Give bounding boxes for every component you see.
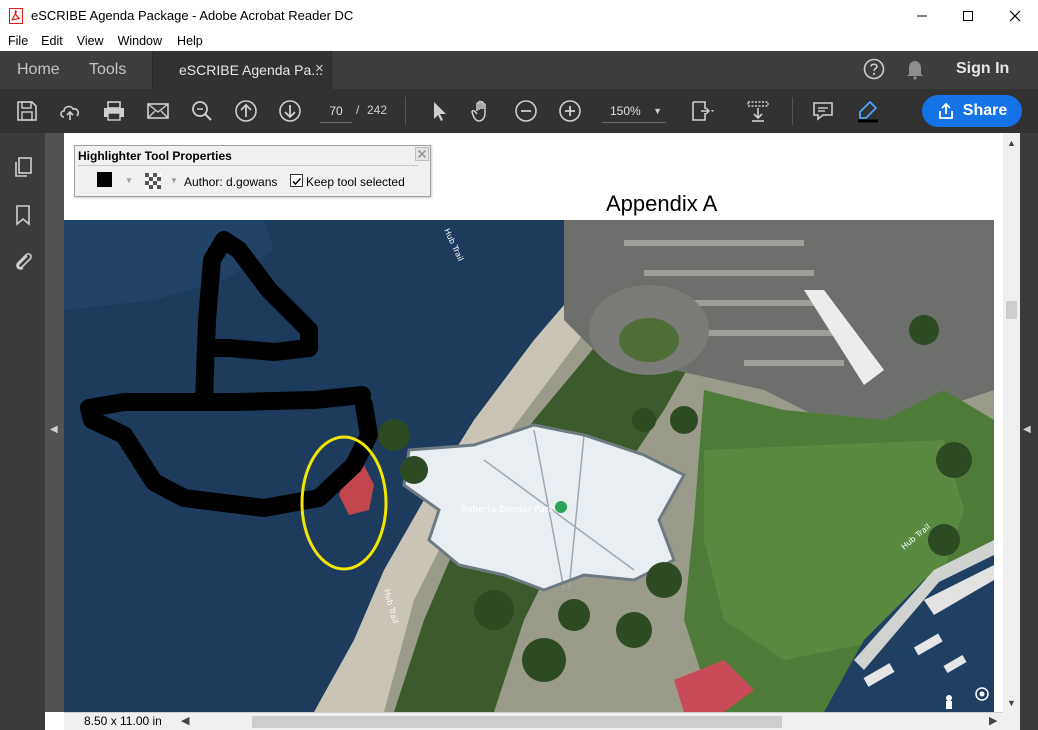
comment-icon[interactable] bbox=[811, 99, 835, 123]
collapse-left-panel-icon[interactable]: ◀ bbox=[50, 424, 58, 435]
chevron-down-icon: ▼ bbox=[653, 106, 662, 116]
status-bar: 8.50 x 11.00 in ◀ ▶ bbox=[64, 712, 1003, 730]
highlight-pen-icon[interactable] bbox=[856, 99, 880, 123]
attachments-paperclip-icon[interactable] bbox=[12, 250, 34, 272]
street-view-pegman-icon bbox=[946, 695, 952, 709]
map-place-label: Roberta Bondar Park bbox=[461, 505, 555, 515]
highlighter-properties-panel: Highlighter Tool Properties ▼ ▼ Author: … bbox=[74, 145, 431, 197]
select-cursor-icon[interactable] bbox=[427, 99, 451, 123]
menu-edit[interactable]: Edit bbox=[41, 34, 63, 48]
vertical-scrollbar[interactable]: ▲ ▼ bbox=[1003, 133, 1020, 712]
help-icon[interactable] bbox=[863, 58, 885, 80]
tab-document[interactable]: eSCRIBE Agenda Pa... × bbox=[152, 51, 332, 89]
pdf-page: Appendix A Roberta Bondar Park Hub Trail… bbox=[64, 133, 1003, 712]
page-size-label: 8.50 x 11.00 in bbox=[84, 714, 162, 728]
menu-bar: File Edit View Window Help bbox=[0, 31, 1038, 51]
highlight-color-swatch[interactable] bbox=[97, 172, 112, 187]
email-icon[interactable] bbox=[146, 99, 170, 123]
title-bar: eSCRIBE Agenda Package - Adobe Acrobat R… bbox=[0, 0, 1038, 31]
page-fit-icon[interactable] bbox=[690, 99, 714, 123]
window-title: eSCRIBE Agenda Package - Adobe Acrobat R… bbox=[31, 8, 354, 23]
opacity-checker-icon[interactable] bbox=[145, 173, 161, 189]
bookmarks-icon[interactable] bbox=[12, 204, 34, 226]
tab-home[interactable]: Home bbox=[17, 61, 60, 79]
share-button[interactable]: Share bbox=[922, 95, 1022, 127]
toolbar-divider bbox=[405, 97, 406, 125]
scroll-left-arrow-icon[interactable]: ◀ bbox=[181, 714, 189, 727]
satellite-map-image: Roberta Bondar Park Hub Trail Hub Trail … bbox=[64, 220, 994, 712]
zoom-select[interactable]: 150% ▼ bbox=[602, 99, 666, 123]
tab-tools[interactable]: Tools bbox=[89, 61, 126, 79]
keep-tool-selected-checkbox[interactable] bbox=[290, 174, 303, 187]
maximize-icon bbox=[963, 10, 973, 21]
checkmark-icon bbox=[292, 177, 302, 186]
save-icon[interactable] bbox=[15, 99, 39, 123]
zoom-value: 150% bbox=[610, 104, 641, 118]
sign-in-button[interactable]: Sign In bbox=[956, 60, 1009, 78]
vertical-scroll-thumb[interactable] bbox=[1006, 301, 1017, 319]
chevron-down-icon[interactable]: ▼ bbox=[170, 176, 178, 185]
print-icon[interactable] bbox=[102, 99, 126, 123]
next-page-icon[interactable] bbox=[278, 99, 302, 123]
tab-close-button[interactable]: × bbox=[315, 60, 324, 77]
menu-file[interactable]: File bbox=[8, 34, 28, 48]
toolbar-divider bbox=[792, 97, 793, 125]
close-icon bbox=[1009, 10, 1021, 21]
total-pages: 242 bbox=[367, 103, 388, 117]
upload-cloud-icon[interactable] bbox=[58, 99, 82, 123]
notifications-bell-icon[interactable] bbox=[905, 58, 925, 80]
acrobat-app-icon bbox=[9, 7, 23, 24]
expand-right-panel-icon[interactable]: ◀ bbox=[1023, 424, 1031, 435]
panel-divider bbox=[78, 165, 418, 166]
search-icon[interactable] bbox=[190, 99, 214, 123]
menu-help[interactable]: Help bbox=[177, 34, 203, 48]
menu-window[interactable]: Window bbox=[118, 34, 162, 48]
page-separator: / bbox=[356, 103, 360, 117]
keep-tool-selected-label: Keep tool selected bbox=[306, 175, 405, 189]
close-window-button[interactable] bbox=[992, 0, 1038, 31]
scroll-down-arrow-icon[interactable]: ▼ bbox=[1007, 698, 1016, 708]
share-icon bbox=[938, 102, 953, 119]
tab-document-label: eSCRIBE Agenda Pa... bbox=[179, 62, 323, 78]
page-number-input[interactable]: 70 bbox=[320, 99, 352, 123]
close-icon[interactable] bbox=[415, 147, 429, 161]
hand-tool-icon[interactable] bbox=[470, 99, 494, 123]
maximize-button[interactable] bbox=[945, 0, 991, 31]
page-thumbnails-icon[interactable] bbox=[12, 156, 34, 178]
scrollbar-corner bbox=[1003, 712, 1020, 730]
menu-view[interactable]: View bbox=[77, 34, 104, 48]
horizontal-scroll-thumb[interactable] bbox=[252, 716, 782, 728]
previous-page-icon[interactable] bbox=[234, 99, 258, 123]
highlighter-panel-title: Highlighter Tool Properties bbox=[78, 149, 232, 163]
chevron-down-icon[interactable]: ▼ bbox=[125, 176, 133, 185]
author-label: Author: d.gowans bbox=[184, 175, 278, 189]
scroll-mode-icon[interactable] bbox=[746, 99, 770, 123]
page-heading: Appendix A bbox=[606, 191, 718, 216]
minimize-icon bbox=[917, 15, 927, 16]
share-label: Share bbox=[962, 102, 1008, 119]
minimize-button[interactable] bbox=[899, 0, 945, 31]
scroll-right-arrow-icon[interactable]: ▶ bbox=[989, 714, 997, 727]
zoom-in-icon[interactable] bbox=[558, 99, 582, 123]
zoom-out-icon[interactable] bbox=[514, 99, 538, 123]
scroll-up-arrow-icon[interactable]: ▲ bbox=[1007, 138, 1016, 148]
